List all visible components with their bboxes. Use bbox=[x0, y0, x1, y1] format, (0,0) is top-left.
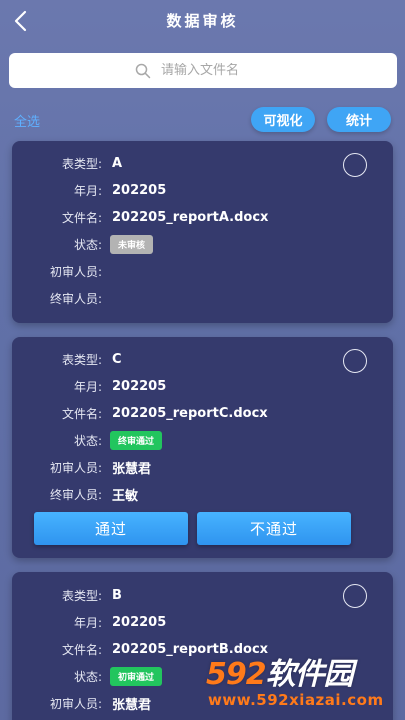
filename-label: 文件名: bbox=[61, 406, 102, 421]
month-label: 年月: bbox=[73, 183, 102, 198]
status-label: 状态: bbox=[73, 237, 102, 252]
status-badge: 初审通过 bbox=[110, 666, 163, 686]
record-card: 表类型: A 年月: 202205 文件名: 202205_reportA.do… bbox=[12, 141, 393, 323]
first-reviewer-value: 张慧君 bbox=[112, 461, 152, 477]
watermark-brand-text: 软件园 bbox=[265, 657, 354, 692]
month-value: 202205 bbox=[112, 614, 167, 630]
first-reviewer-label: 初审人员: bbox=[49, 696, 102, 711]
type-label: 表类型: bbox=[61, 588, 102, 603]
select-all-link[interactable]: 全选 bbox=[14, 111, 40, 130]
reject-button[interactable]: 不通过 bbox=[197, 512, 351, 545]
month-label: 年月: bbox=[73, 615, 102, 630]
final-reviewer-label: 终审人员: bbox=[49, 487, 102, 502]
watermark-brand: 592软件园 bbox=[206, 649, 354, 693]
month-value: 202205 bbox=[112, 378, 167, 394]
status-label: 状态: bbox=[73, 433, 102, 448]
watermark-logo: 592软件园 www.592xiazai.com bbox=[198, 645, 405, 720]
status-badge: 未审核 bbox=[110, 234, 154, 254]
top-bar: 数据审核 bbox=[0, 0, 405, 42]
search-box[interactable] bbox=[9, 53, 397, 88]
status-label: 状态: bbox=[73, 669, 102, 684]
first-reviewer-label: 初审人员: bbox=[49, 460, 102, 475]
status-badge: 终审通过 bbox=[110, 430, 163, 450]
final-reviewer-label: 终审人员: bbox=[49, 291, 102, 306]
type-value: A bbox=[112, 155, 123, 171]
approve-button[interactable]: 通过 bbox=[34, 512, 188, 545]
first-reviewer-label: 初审人员: bbox=[49, 264, 102, 279]
month-label: 年月: bbox=[73, 379, 102, 394]
filename-value: 202205_reportC.docx bbox=[112, 405, 268, 421]
page-title: 数据审核 bbox=[166, 12, 239, 30]
first-reviewer-value: 张慧君 bbox=[112, 697, 152, 713]
search-icon bbox=[135, 63, 151, 78]
final-reviewer-value: 王敏 bbox=[112, 488, 139, 504]
type-label: 表类型: bbox=[61, 156, 102, 171]
stats-button[interactable]: 统计 bbox=[327, 107, 391, 132]
month-value: 202205 bbox=[112, 182, 167, 198]
type-value: C bbox=[112, 351, 122, 367]
type-label: 表类型: bbox=[61, 352, 102, 367]
watermark-url: www.592xiazai.com bbox=[208, 691, 384, 709]
filename-value: 202205_reportA.docx bbox=[112, 209, 269, 225]
record-card: 表类型: C 年月: 202205 文件名: 202205_reportC.do… bbox=[12, 337, 393, 558]
filename-label: 文件名: bbox=[61, 642, 102, 657]
filename-label: 文件名: bbox=[61, 210, 102, 225]
watermark-brand-number: 592 bbox=[206, 657, 267, 692]
visualize-button[interactable]: 可视化 bbox=[251, 107, 315, 132]
search-input[interactable] bbox=[161, 63, 271, 78]
type-value: B bbox=[112, 587, 122, 603]
